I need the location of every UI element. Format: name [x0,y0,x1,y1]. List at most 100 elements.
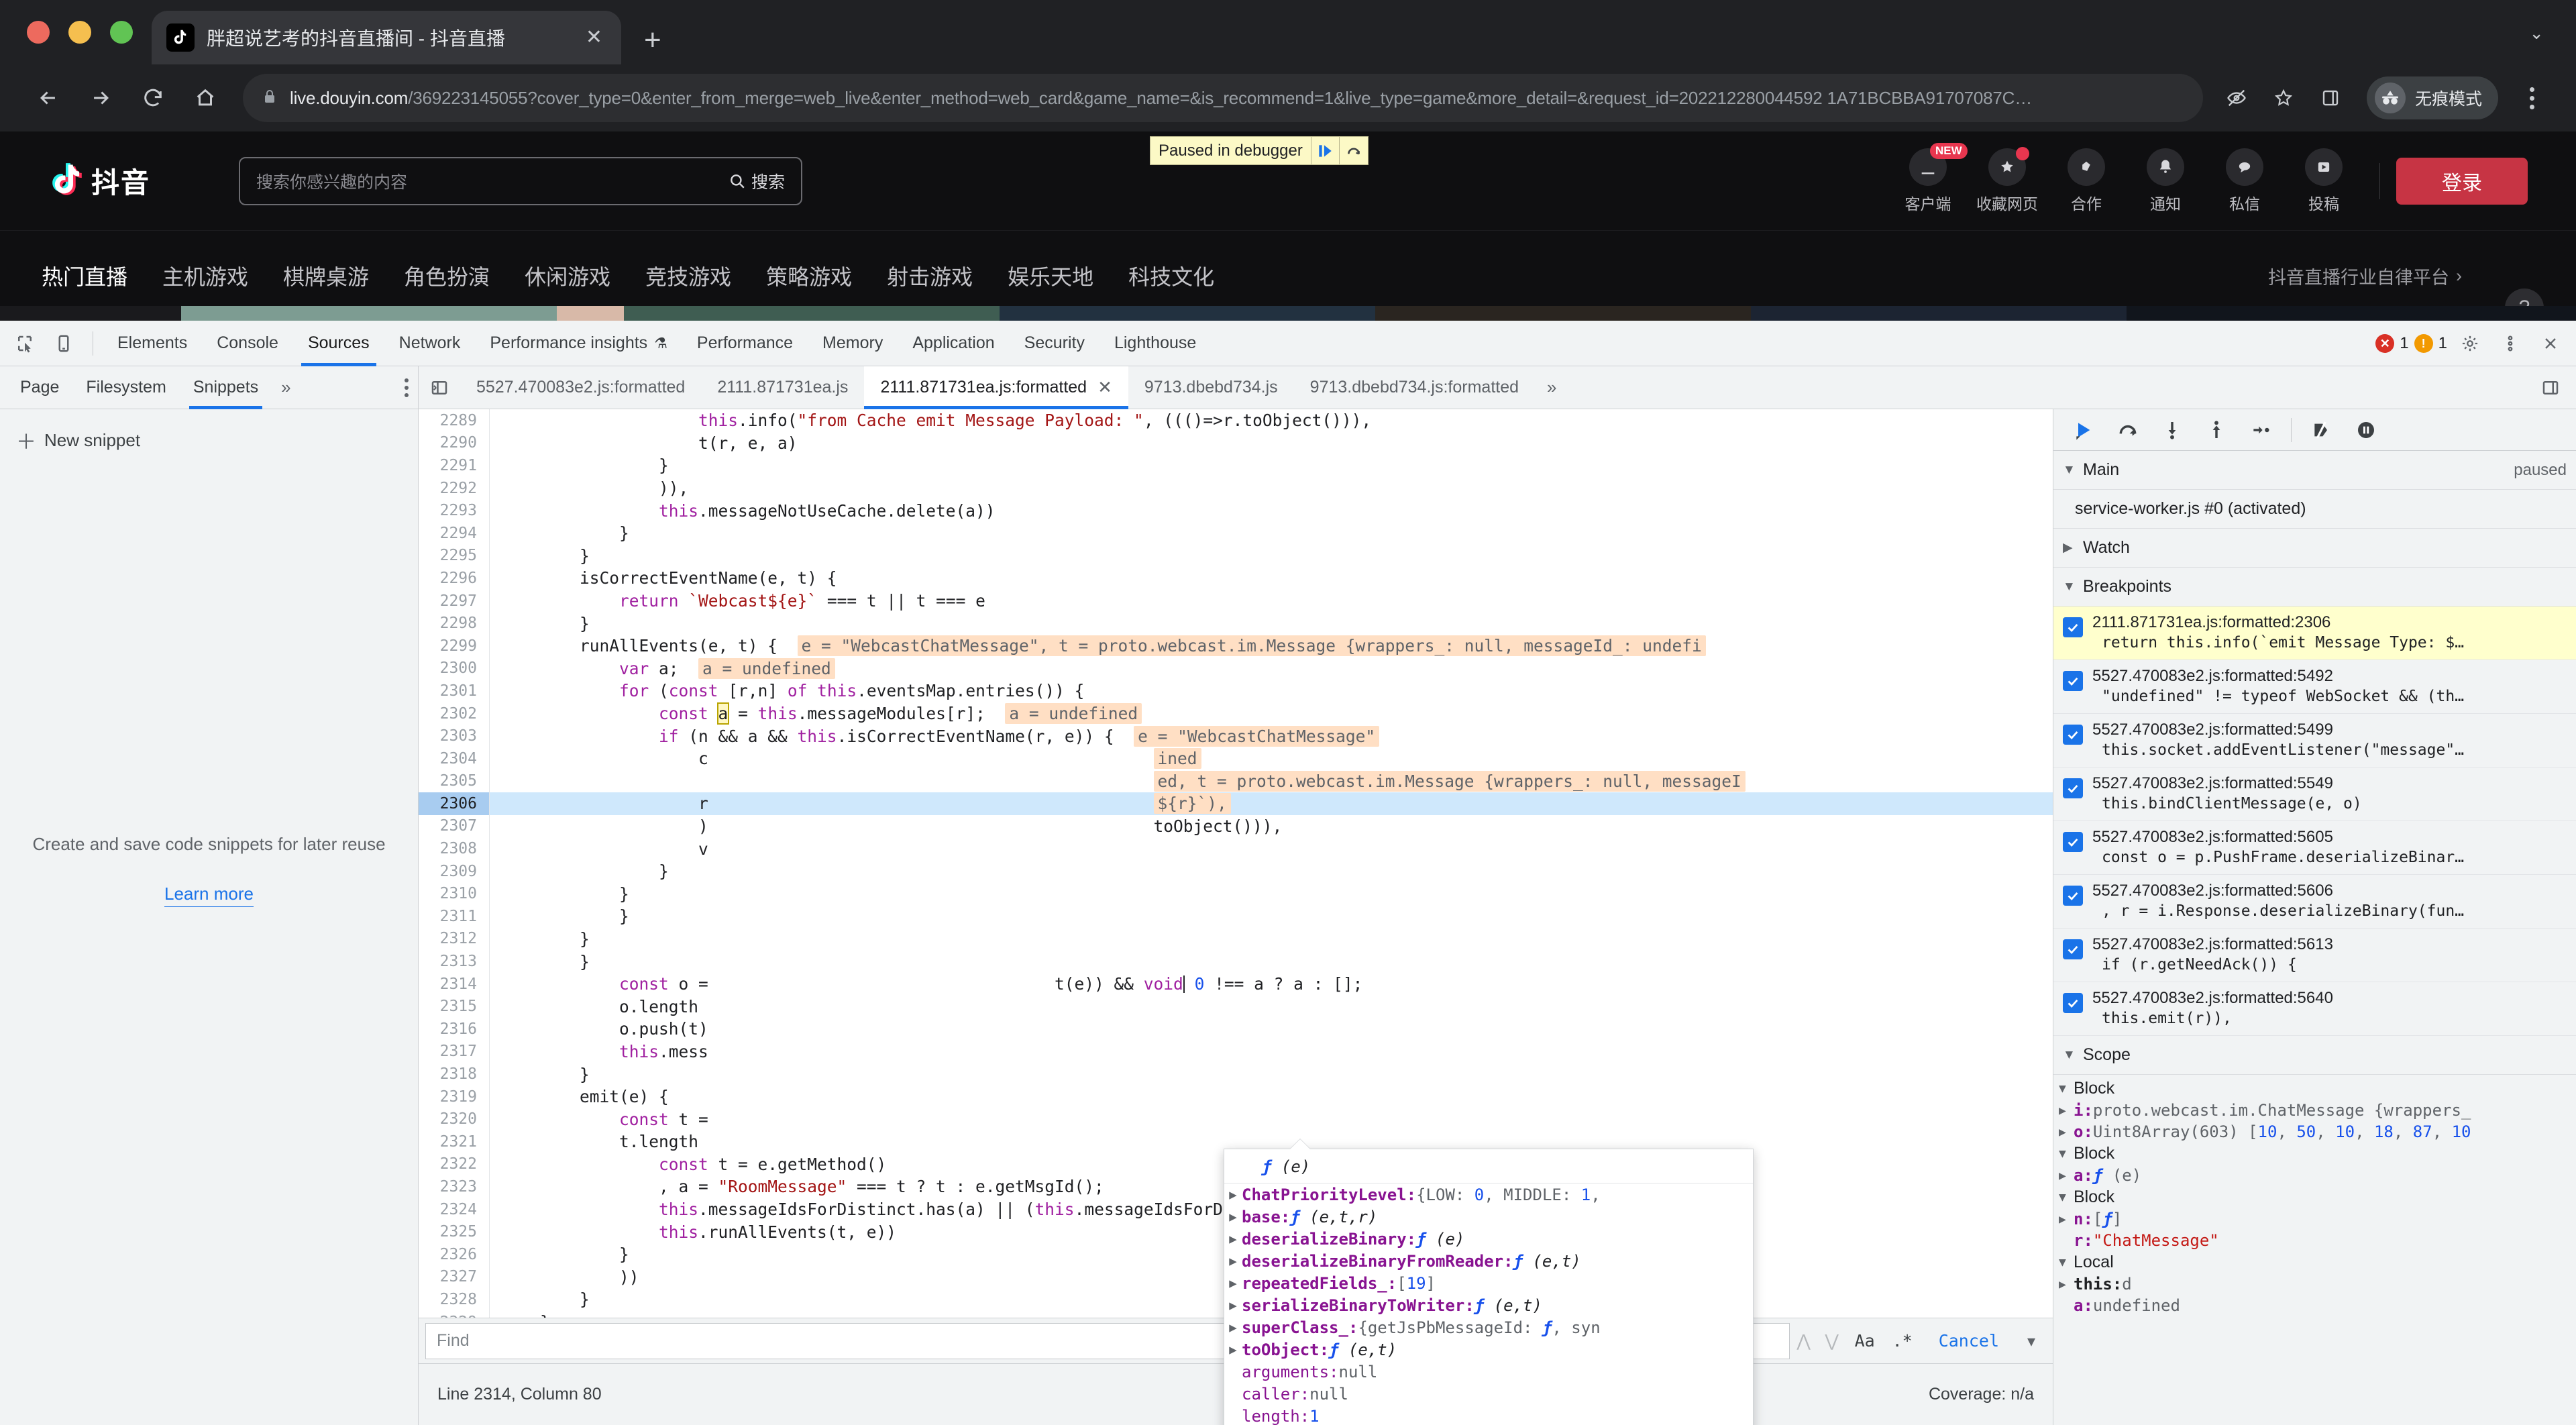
breakpoint-checkbox[interactable] [2063,832,2083,852]
popover-property[interactable]: ▶deserializeBinaryFromReader: ƒ (e,t) [1224,1250,1753,1272]
line-number[interactable]: 2293 [419,499,490,522]
scope-property[interactable]: ▶o: Uint8Array(603) [10, 50, 10, 18, 87,… [2053,1121,2576,1143]
popover-property[interactable]: ▶arguments: null [1224,1361,1753,1383]
line-number[interactable]: 2312 [419,928,490,951]
breakpoint-item[interactable]: 5527.470083e2.js:formatted:5613if (r.get… [2053,929,2576,982]
breakpoint-item[interactable]: 5527.470083e2.js:formatted:5605const o =… [2053,821,2576,875]
chevron-down-icon[interactable]: ▼ [2017,1333,2046,1349]
code-line[interactable]: 2292 )), [419,477,2053,500]
incognito-profile-chip[interactable]: 无痕模式 [2367,76,2498,119]
line-number[interactable]: 2306 [419,792,490,815]
nav-item-hot-live[interactable]: 热门直播 [42,260,127,291]
error-count-badge[interactable]: ✕ 1 [2375,334,2408,353]
breakpoint-item[interactable]: 5527.470083e2.js:formatted:5499this.sock… [2053,714,2576,768]
line-number[interactable]: 2291 [419,454,490,477]
browser-tab[interactable]: 胖超说艺考的抖音直播间 - 抖音直播 ✕ [152,11,621,64]
deactivate-breakpoints-button[interactable] [2301,411,2343,450]
code-line[interactable]: 2295 } [419,545,2053,568]
line-number[interactable]: 2303 [419,725,490,747]
breakpoint-checkbox[interactable] [2063,993,2083,1013]
line-number[interactable]: 2317 [419,1041,490,1063]
line-number[interactable]: 2297 [419,590,490,613]
code-line[interactable]: 2298 } [419,612,2053,635]
code-line[interactable]: 2301 for (const [r,n] of this.eventsMap.… [419,680,2053,702]
search-button[interactable]: 搜索 [729,169,785,193]
find-match-case-button[interactable]: Aa [1846,1331,1884,1351]
line-number[interactable]: 2327 [419,1266,490,1289]
line-number[interactable]: 2326 [419,1243,490,1266]
expand-triangle-icon[interactable]: ▶ [2059,1169,2074,1183]
popover-property[interactable]: ▶deserializeBinary: ƒ (e) [1224,1228,1753,1250]
resume-script-button[interactable] [1311,137,1340,164]
step-over-button[interactable] [1340,137,1368,164]
pause-on-exceptions-button[interactable] [2345,411,2387,450]
new-snippet-button[interactable]: ＋ New snippet [0,409,418,455]
line-number[interactable]: 2319 [419,1086,490,1108]
scope-property[interactable]: ▶this: d [2053,1273,2576,1295]
nav-item-tech-culture[interactable]: 科技文化 [1128,260,1214,291]
toggle-navigator-icon[interactable] [419,366,460,409]
line-number[interactable]: 2316 [419,1018,490,1041]
line-number[interactable]: 2298 [419,612,490,635]
find-prev-button[interactable]: ⋀ [1790,1331,1818,1351]
resume-script-button[interactable] [2063,411,2104,450]
tab-performance-insights[interactable]: Performance insights ⚗ [475,321,682,366]
nav-item-strategy-games[interactable]: 策略游戏 [766,260,852,291]
line-number[interactable]: 2295 [419,545,490,568]
code-line[interactable]: 2293 this.messageNotUseCache.delete(a)) [419,499,2053,522]
expand-triangle-icon[interactable]: ▶ [1224,1208,1242,1224]
close-window-button[interactable] [27,21,50,44]
file-tab-9713[interactable]: 9713.dbebd734.js [1128,366,1294,409]
breakpoint-checkbox[interactable] [2063,886,2083,906]
code-line[interactable]: 2290 t(r, e, a) [419,432,2053,455]
line-number[interactable]: 2301 [419,680,490,702]
find-cancel-button[interactable]: Cancel [1921,1331,2017,1351]
douyin-logo[interactable]: 抖音 [47,160,150,202]
scope-property[interactable]: ▶r: "ChatMessage" [2053,1230,2576,1251]
line-number[interactable]: 2315 [419,995,490,1018]
breakpoint-checkbox[interactable] [2063,671,2083,691]
forward-button[interactable] [76,74,125,122]
line-number[interactable]: 2329 [419,1311,490,1318]
line-number[interactable]: 2309 [419,860,490,883]
code-line[interactable]: 2294 } [419,522,2053,545]
popover-property[interactable]: ▶superClass_: {getJsPbMessageId: ƒ, syn [1224,1316,1753,1338]
scope-property[interactable]: ▶a: ƒ (e) [2053,1165,2576,1186]
code-editor[interactable]: 2289 this.info("from Cache emit Message … [419,409,2053,1425]
line-number[interactable]: 2304 [419,747,490,770]
scope-group[interactable]: ▼Local [2053,1251,2576,1273]
scope-header[interactable]: ▼ Scope [2053,1036,2576,1075]
code-line[interactable]: 2316 o.push(t) [419,1018,2053,1041]
browser-menu-button[interactable] [2512,78,2552,118]
watch-header[interactable]: ▶ Watch [2053,529,2576,568]
douyin-action-client[interactable]: NEW 客户端 [1888,148,1968,214]
code-line[interactable]: 2302 const a = this.messageModules[r]; a… [419,702,2053,725]
code-line[interactable]: 2314 const o = t(e)) && void 0 !== a ? a… [419,973,2053,996]
scope-group[interactable]: ▼Block [2053,1077,2576,1100]
line-number[interactable]: 2323 [419,1175,490,1198]
object-preview-popover[interactable]: ƒ (e) ▶ChatPriorityLevel: {LOW: 0, MIDDL… [1224,1149,1754,1425]
step-into-button[interactable] [2151,411,2193,450]
tab-lighthouse[interactable]: Lighthouse [1099,321,1211,366]
scope-property[interactable]: ▶i: proto.webcast.im.ChatMessage {wrappe… [2053,1100,2576,1121]
maximize-window-button[interactable] [110,21,133,44]
expand-triangle-icon[interactable]: ▶ [1224,1340,1242,1357]
nav-item-entertainment[interactable]: 娱乐天地 [1008,260,1093,291]
line-number[interactable]: 2321 [419,1130,490,1153]
code-line[interactable]: 2310 } [419,882,2053,905]
login-button[interactable]: 登录 [2396,158,2528,205]
breakpoint-checkbox[interactable] [2063,778,2083,798]
nav-item-competitive-games[interactable]: 竞技游戏 [645,260,731,291]
douyin-action-message[interactable]: 私信 [2205,148,2284,214]
douyin-action-favorite[interactable]: 收藏网页 [1968,148,2047,214]
line-number[interactable]: 2296 [419,567,490,590]
address-bar[interactable]: live.douyin.com/369223145055?cover_type=… [243,74,2203,122]
home-button[interactable] [181,74,229,122]
line-number[interactable]: 2313 [419,950,490,973]
tab-security[interactable]: Security [1010,321,1099,366]
popover-property[interactable]: ▶base: ƒ (e,t,r) [1224,1206,1753,1228]
code-line[interactable]: 2306 r ${r}`), [419,792,2053,815]
line-number[interactable]: 2324 [419,1198,490,1221]
popover-property[interactable]: ▶length: 1 [1224,1405,1753,1425]
line-number[interactable]: 2322 [419,1153,490,1176]
